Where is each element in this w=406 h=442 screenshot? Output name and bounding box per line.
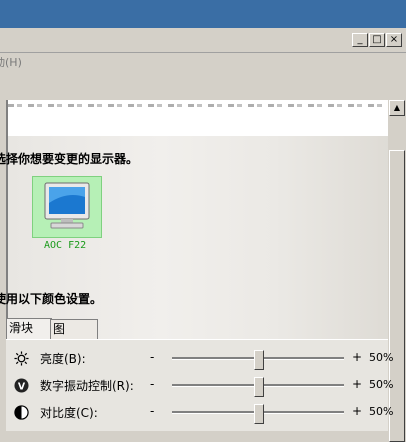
clipped-text-row xyxy=(8,104,388,107)
minimize-button[interactable]: _ xyxy=(352,33,368,47)
monitor-icon xyxy=(44,182,90,229)
svg-text:V: V xyxy=(18,381,26,392)
decrease-marker: - xyxy=(150,350,155,364)
window-controls: _ □ × xyxy=(352,33,402,47)
menubar: 动(H) xyxy=(0,53,406,71)
tab-image[interactable]: 图 xyxy=(50,319,98,339)
slider-track[interactable] xyxy=(172,404,344,424)
slider-track[interactable] xyxy=(172,377,344,397)
decrease-marker: - xyxy=(150,377,155,391)
section-heading-color-settings: 使用以下颜色设置。 xyxy=(0,292,103,306)
maximize-button[interactable]: □ xyxy=(369,33,385,47)
increase-marker: + xyxy=(352,377,363,391)
slider-label: 对比度(C): xyxy=(40,406,98,420)
increase-marker: + xyxy=(352,404,363,418)
digital-vibrance-icon: V xyxy=(14,378,29,393)
title-bar xyxy=(0,0,406,28)
increase-marker: + xyxy=(352,350,363,364)
slider-value: 50% xyxy=(369,351,394,364)
close-button[interactable]: × xyxy=(386,33,402,47)
slider-track[interactable] xyxy=(172,350,344,370)
contrast-icon xyxy=(14,405,29,420)
menu-item-help[interactable]: 动(H) xyxy=(0,54,22,70)
scrollbar-thumb[interactable] xyxy=(389,150,405,442)
brightness-icon xyxy=(14,351,29,366)
decrease-marker: - xyxy=(150,404,155,418)
section-heading-select-display: 选择你想要变更的显示器。 xyxy=(0,152,139,166)
slider-thumb[interactable] xyxy=(254,377,264,397)
monitor-label: AOC F22 xyxy=(44,240,87,251)
slider-row: 亮度(B): - +50% xyxy=(14,348,394,370)
top-panel xyxy=(6,100,390,136)
slider-row: 对比度(C): - +50% xyxy=(14,402,394,424)
child-window-frame xyxy=(0,30,406,53)
slider-label: 数字振动控制(R): xyxy=(40,379,134,393)
scroll-up-arrow-icon[interactable]: ▲ xyxy=(389,100,405,116)
slider-thumb[interactable] xyxy=(254,350,264,370)
slider-row: V 数字振动控制(R): - +50% xyxy=(14,375,394,397)
slider-value: 50% xyxy=(369,378,394,391)
tab-slider[interactable]: 滑块 xyxy=(6,318,52,340)
monitor-tile[interactable] xyxy=(32,176,102,238)
slider-value: 50% xyxy=(369,405,394,418)
slider-label: 亮度(B): xyxy=(40,352,86,366)
slider-thumb[interactable] xyxy=(254,404,264,424)
